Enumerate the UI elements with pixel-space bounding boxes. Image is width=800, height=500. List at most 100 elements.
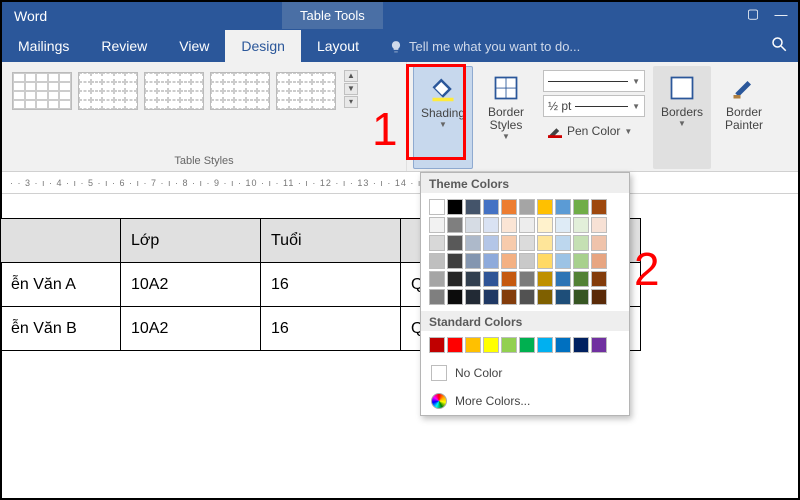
color-swatch[interactable]	[447, 199, 463, 215]
border-painter-button[interactable]: Border Painter	[715, 66, 773, 169]
color-swatch[interactable]	[519, 199, 535, 215]
color-swatch[interactable]	[519, 253, 535, 269]
color-swatch[interactable]	[429, 337, 445, 353]
color-swatch[interactable]	[429, 235, 445, 251]
color-swatch[interactable]	[591, 253, 607, 269]
color-swatch[interactable]	[429, 217, 445, 233]
tab-review[interactable]: Review	[85, 30, 163, 62]
color-swatch[interactable]	[483, 253, 499, 269]
color-swatch[interactable]	[555, 289, 571, 305]
tab-design[interactable]: Design	[225, 30, 301, 62]
color-swatch[interactable]	[483, 289, 499, 305]
tab-layout[interactable]: Layout	[301, 30, 375, 62]
horizontal-ruler[interactable]: · · 3 · ı · 4 · ı · 5 · ı · 6 · ı · 7 · …	[2, 172, 798, 194]
color-swatch[interactable]	[483, 271, 499, 287]
color-swatch[interactable]	[591, 337, 607, 353]
table-header-cell[interactable]: Tuổi	[261, 219, 401, 263]
color-swatch[interactable]	[555, 271, 571, 287]
color-swatch[interactable]	[465, 289, 481, 305]
table-cell[interactable]: 16	[261, 307, 401, 351]
color-swatch[interactable]	[519, 271, 535, 287]
color-swatch[interactable]	[483, 199, 499, 215]
color-swatch[interactable]	[429, 199, 445, 215]
no-color-item[interactable]: No Color	[421, 359, 629, 387]
color-swatch[interactable]	[483, 217, 499, 233]
color-swatch[interactable]	[555, 253, 571, 269]
style-thumb[interactable]	[210, 72, 270, 110]
color-swatch[interactable]	[519, 235, 535, 251]
color-swatch[interactable]	[447, 337, 463, 353]
tab-mailings[interactable]: Mailings	[2, 30, 85, 62]
color-swatch[interactable]	[447, 217, 463, 233]
color-swatch[interactable]	[447, 271, 463, 287]
pen-weight-selector[interactable]: ½ pt▼	[543, 95, 645, 117]
style-thumb[interactable]	[78, 72, 138, 110]
color-swatch[interactable]	[465, 253, 481, 269]
color-swatch[interactable]	[519, 217, 535, 233]
borders-button[interactable]: Borders ▼	[653, 66, 711, 169]
color-swatch[interactable]	[519, 289, 535, 305]
color-swatch[interactable]	[537, 217, 553, 233]
color-swatch[interactable]	[591, 199, 607, 215]
color-swatch[interactable]	[555, 217, 571, 233]
restore-icon[interactable]: ▢	[744, 5, 762, 23]
chevron-up-icon[interactable]: ▲	[344, 70, 358, 82]
more-colors-item[interactable]: More Colors...	[421, 387, 629, 415]
color-swatch[interactable]	[573, 199, 589, 215]
color-swatch[interactable]	[537, 199, 553, 215]
chevron-down-icon[interactable]: ▼	[344, 83, 358, 95]
color-swatch[interactable]	[555, 337, 571, 353]
color-swatch[interactable]	[501, 235, 517, 251]
table-cell[interactable]: 16	[261, 263, 401, 307]
color-swatch[interactable]	[573, 217, 589, 233]
color-swatch[interactable]	[573, 235, 589, 251]
table-cell[interactable]: 10A2	[121, 263, 261, 307]
color-swatch[interactable]	[501, 253, 517, 269]
color-swatch[interactable]	[483, 235, 499, 251]
color-swatch[interactable]	[537, 289, 553, 305]
color-swatch[interactable]	[465, 235, 481, 251]
color-swatch[interactable]	[465, 337, 481, 353]
gallery-more-icon[interactable]: ▾	[344, 96, 358, 108]
color-swatch[interactable]	[465, 217, 481, 233]
color-swatch[interactable]	[555, 235, 571, 251]
color-swatch[interactable]	[519, 337, 535, 353]
table-cell[interactable]: 10A2	[121, 307, 261, 351]
color-swatch[interactable]	[573, 253, 589, 269]
color-swatch[interactable]	[501, 217, 517, 233]
color-swatch[interactable]	[537, 235, 553, 251]
color-swatch[interactable]	[573, 289, 589, 305]
minimize-icon[interactable]: —	[772, 5, 790, 23]
document-area[interactable]: Lớp Tuổi ễn Văn A 10A2 16 Quận Thủ Đức ễ…	[2, 194, 798, 351]
style-thumb[interactable]	[276, 72, 336, 110]
color-swatch[interactable]	[429, 289, 445, 305]
gallery-scroll[interactable]: ▲▼▾	[342, 68, 360, 110]
color-swatch[interactable]	[465, 199, 481, 215]
color-swatch[interactable]	[501, 289, 517, 305]
color-swatch[interactable]	[555, 199, 571, 215]
color-swatch[interactable]	[591, 271, 607, 287]
tell-me-search[interactable]: Tell me what you want to do...	[375, 31, 594, 62]
color-swatch[interactable]	[447, 289, 463, 305]
color-swatch[interactable]	[591, 217, 607, 233]
color-swatch[interactable]	[429, 253, 445, 269]
border-styles-button[interactable]: Border Styles ▼	[477, 66, 535, 169]
table-styles-gallery[interactable]	[10, 68, 338, 110]
color-swatch[interactable]	[465, 271, 481, 287]
color-swatch[interactable]	[501, 271, 517, 287]
color-swatch[interactable]	[573, 337, 589, 353]
color-swatch[interactable]	[591, 235, 607, 251]
color-swatch[interactable]	[483, 337, 499, 353]
color-swatch[interactable]	[537, 253, 553, 269]
table-header-cell[interactable]	[1, 219, 121, 263]
color-swatch[interactable]	[573, 271, 589, 287]
table-header-cell[interactable]: Lớp	[121, 219, 261, 263]
color-swatch[interactable]	[501, 337, 517, 353]
tab-view[interactable]: View	[163, 30, 225, 62]
table-cell[interactable]: ễn Văn A	[1, 263, 121, 307]
table-cell[interactable]: ễn Văn B	[1, 307, 121, 351]
pen-style-selector[interactable]: ▼	[543, 70, 645, 92]
color-swatch[interactable]	[537, 271, 553, 287]
color-swatch[interactable]	[429, 271, 445, 287]
style-thumb[interactable]	[12, 72, 72, 110]
